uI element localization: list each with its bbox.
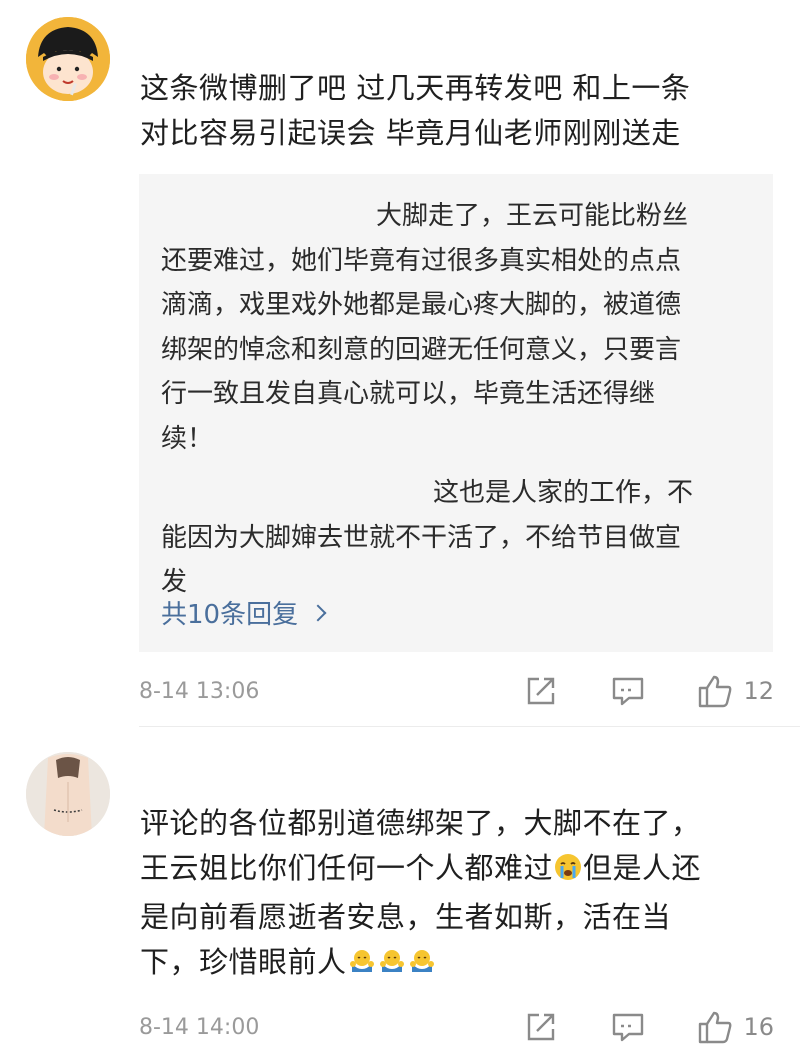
quote-line: 行一致且发自真心就可以，毕竟生活还得继 xyxy=(161,379,656,409)
comment-time: 8-14 14:00 xyxy=(139,1014,260,1040)
comment-line: 是向前看愿逝者安息，生者如斯，活在当 xyxy=(140,900,672,934)
chevron-right-icon xyxy=(309,604,327,621)
comment-segment: 下，珍惜眼前人 xyxy=(140,945,347,979)
photo-avatar-icon xyxy=(26,752,110,836)
comment-button[interactable] xyxy=(611,675,645,707)
divider xyxy=(139,726,800,727)
like-button[interactable]: 16 xyxy=(697,1010,774,1044)
comment-button[interactable] xyxy=(611,1011,645,1043)
hug-emoji-icon xyxy=(347,944,377,989)
comment-line: 这条微博删了吧 过几天再转发吧 和上一条 xyxy=(140,71,691,105)
avatar[interactable] xyxy=(26,17,110,101)
quote-line: 还要难过，她们毕竟有过很多真实相处的点点 xyxy=(161,245,682,276)
thumbs-up-icon xyxy=(699,675,732,708)
quote-line: 这也是人家的工作，不 xyxy=(433,478,694,508)
quoted-reply-text: 大脚走了，王云可能比粉丝 还要难过，她们毕竟有过很多真实相处的点点 滴滴，戏里戏… xyxy=(161,194,761,605)
comment-segment: 王云姐比你们任何一个人都难过 xyxy=(140,851,554,885)
comment-line: 王云姐比你们任何一个人都难过 但是人还 xyxy=(140,846,774,895)
comment-actions: 12 xyxy=(525,674,774,708)
comment-meta: 8-14 13:06 12 xyxy=(139,671,774,711)
comment-line: 下，珍惜眼前人 xyxy=(140,940,774,989)
comment-text: 这条微博删了吧 过几天再转发吧 和上一条 对比容易引起误会 毕竟月仙老师刚刚送走 xyxy=(140,66,774,156)
comment-time: 8-14 13:06 xyxy=(139,678,260,704)
quoted-replies-box[interactable]: 大脚走了，王云可能比粉丝 还要难过，她们毕竟有过很多真实相处的点点 滴滴，戏里戏… xyxy=(139,174,773,652)
share-button[interactable] xyxy=(525,675,557,707)
quote-line: 能因为大脚婶去世就不干活了，不给节目做宣 xyxy=(161,522,682,553)
quote-line: 滴滴，戏里戏外她都是最心疼大脚的，被道德 xyxy=(161,290,682,320)
comment-actions: 16 xyxy=(525,1010,774,1044)
cartoon-avatar-icon xyxy=(26,17,110,101)
like-count: 16 xyxy=(743,1013,774,1041)
comment-meta: 8-14 14:00 16 xyxy=(139,1007,774,1047)
share-button[interactable] xyxy=(525,1011,557,1043)
thumbs-up-icon xyxy=(699,1011,732,1044)
hug-emoji-icon xyxy=(407,944,437,989)
comment-line: 对比容易引起误会 毕竟月仙老师刚刚送走 xyxy=(140,116,681,150)
quote-line: 绑架的悼念和刻意的回避无任何意义，只要言 xyxy=(161,334,682,365)
like-count: 12 xyxy=(743,677,774,705)
comment-segment: 但是人还 xyxy=(583,851,702,885)
hug-emoji-icon xyxy=(377,944,407,989)
comment-icon xyxy=(613,1013,644,1042)
share-icon xyxy=(528,1013,555,1041)
view-replies-link[interactable]: 共10条回复 xyxy=(161,594,327,631)
replies-label: 共10条回复 xyxy=(161,600,299,630)
comment-text: 评论的各位都别道德绑架了，大脚不在了， 王云姐比你们任何一个人都难过 但是人还 是… xyxy=(140,801,774,989)
like-button[interactable]: 12 xyxy=(697,674,774,708)
avatar[interactable] xyxy=(26,752,110,836)
comment-icon xyxy=(613,677,644,706)
comment-line: 评论的各位都别道德绑架了，大脚不在了， xyxy=(140,806,701,840)
quote-line: 续！ xyxy=(161,423,214,454)
quote-line: 大脚走了，王云可能比粉丝 xyxy=(376,201,689,231)
share-icon xyxy=(528,677,555,705)
crying-emoji-icon xyxy=(553,850,583,895)
